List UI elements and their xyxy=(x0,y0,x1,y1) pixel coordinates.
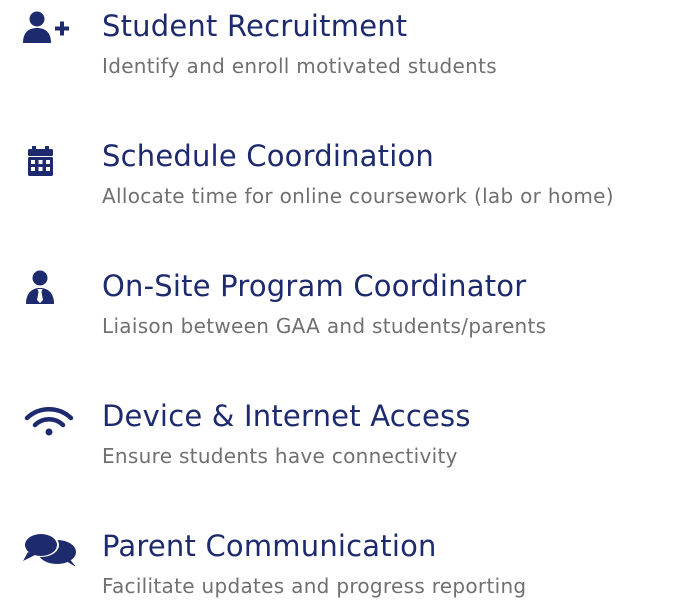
list-item-schedule-coordination: Schedule Coordination Allocate time for … xyxy=(0,134,687,214)
list-item-on-site-coordinator: On-Site Program Coordinator Liaison betw… xyxy=(0,264,687,344)
item-description: Ensure students have connectivity xyxy=(102,444,458,468)
list-item-parent-communication: Parent Communication Facilitate updates … xyxy=(0,524,687,604)
item-description: Allocate time for online coursework (lab… xyxy=(102,184,614,208)
calendar-icon xyxy=(22,140,78,176)
comments-icon xyxy=(22,530,78,566)
wifi-icon xyxy=(22,400,78,436)
item-title: Parent Communication xyxy=(102,529,437,563)
user-plus-icon xyxy=(22,10,78,46)
item-title: Schedule Coordination xyxy=(102,139,434,173)
item-description: Identify and enroll motivated students xyxy=(102,54,497,78)
item-title: On-Site Program Coordinator xyxy=(102,269,527,303)
list-item-device-internet-access: Device & Internet Access Ensure students… xyxy=(0,394,687,474)
list-item-student-recruitment: Student Recruitment Identify and enroll … xyxy=(0,4,687,84)
item-description: Facilitate updates and progress reportin… xyxy=(102,574,527,598)
item-title: Student Recruitment xyxy=(102,9,408,43)
user-tie-icon xyxy=(22,270,78,306)
item-title: Device & Internet Access xyxy=(102,399,471,433)
item-description: Liaison between GAA and students/parents xyxy=(102,314,547,338)
